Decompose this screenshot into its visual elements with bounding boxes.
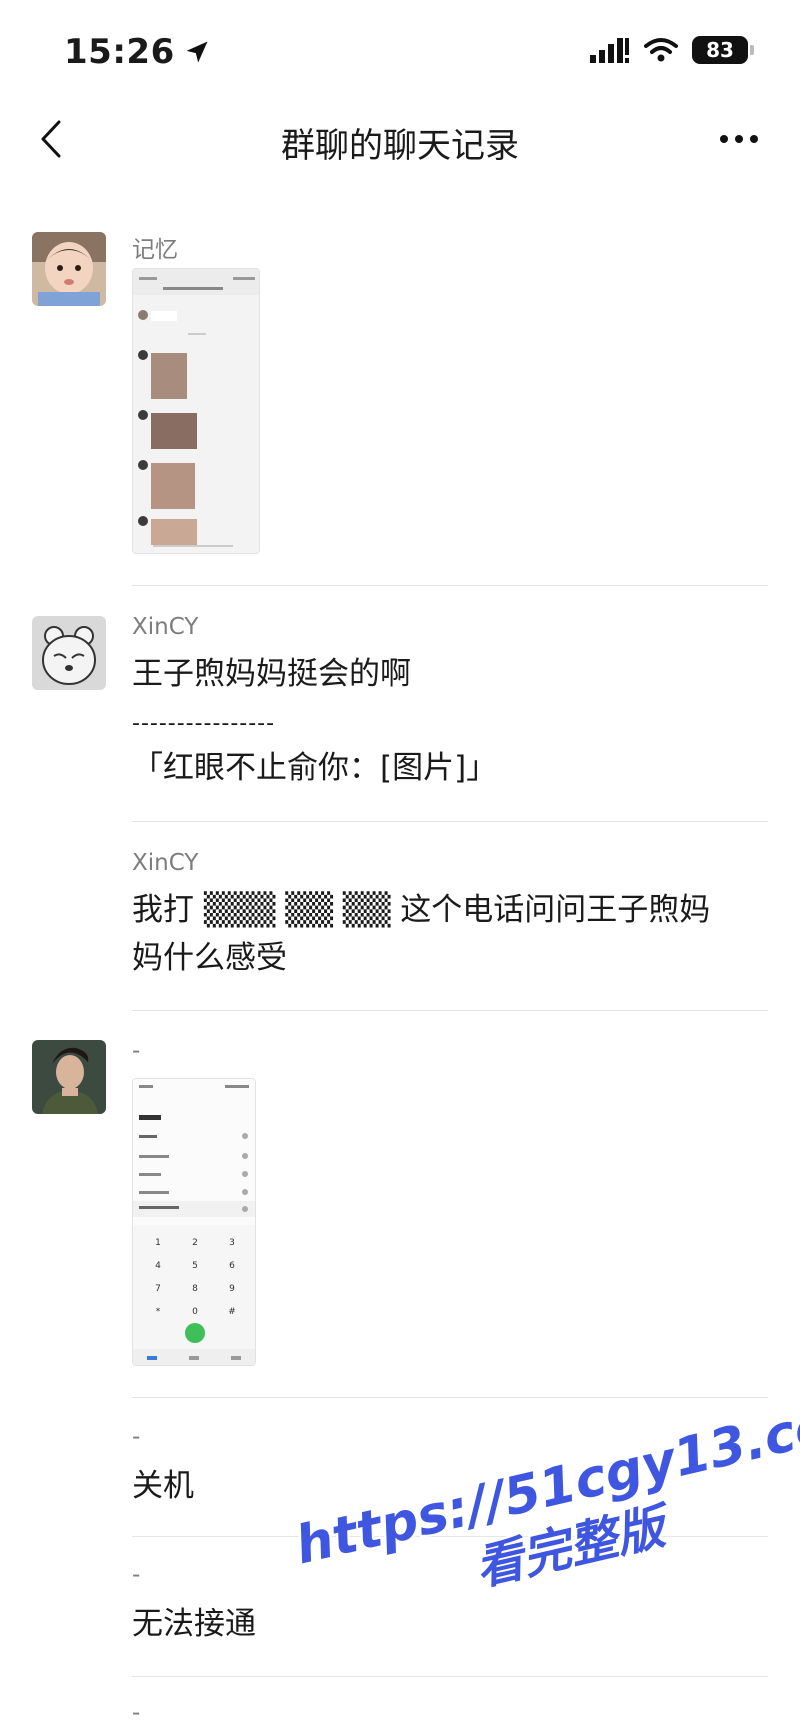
sender-name: - xyxy=(132,1562,141,1588)
sender-name: XinCY xyxy=(132,614,199,640)
page-title: 群聊的聊天记录 xyxy=(281,126,519,166)
sender-name: XinCY xyxy=(132,850,199,876)
message-text: 无法接通 xyxy=(132,1606,256,1642)
battery-indicator: 83 xyxy=(692,36,754,64)
keypad-key-1: 1 xyxy=(155,1238,161,1248)
battery-level: 83 xyxy=(706,38,734,62)
child-avatar-image xyxy=(32,232,106,306)
bear-avatar-image xyxy=(32,616,106,690)
keypad-key-7: 7 xyxy=(155,1284,161,1294)
keypad-key-8: 8 xyxy=(192,1284,198,1294)
chat-screenshot-image xyxy=(133,269,259,553)
quoted-message: 「红眼不止俞你：[图片]」 xyxy=(132,750,498,786)
watermark-caption: 看完整版 xyxy=(470,1498,670,1597)
status-icons: 83 xyxy=(590,36,754,64)
avatar-dash[interactable] xyxy=(32,1040,106,1114)
keypad-key-star: * xyxy=(156,1307,161,1317)
keypad-key-0: 0 xyxy=(192,1307,198,1317)
keypad-key-9: 9 xyxy=(229,1284,235,1294)
image-message-thumbnail[interactable]: 1 2 3 4 5 6 7 8 9 * 0 # xyxy=(132,1078,256,1366)
time-label: 15:26 xyxy=(64,32,175,72)
avatar-jiyi[interactable] xyxy=(32,232,106,306)
keypad-key-3: 3 xyxy=(229,1238,235,1248)
sender-name: - xyxy=(132,1424,141,1450)
keypad-key-hash: # xyxy=(228,1307,236,1317)
keypad-key-2: 2 xyxy=(192,1238,198,1248)
more-button[interactable] xyxy=(714,114,764,164)
divider xyxy=(132,1676,768,1677)
sender-name: - xyxy=(132,1700,141,1726)
man-avatar-image xyxy=(32,1040,106,1114)
divider xyxy=(132,1010,768,1011)
message-text-line: 我打 ▒▒▒ ▒▒ ▒▒ 这个电话问问王子煦妈 xyxy=(132,892,711,928)
divider xyxy=(132,1397,768,1398)
sender-name: 记忆 xyxy=(132,237,178,263)
status-time: 15:26 xyxy=(64,32,211,72)
sender-name: - xyxy=(132,1038,141,1064)
more-dots-icon xyxy=(720,135,758,143)
wifi-icon xyxy=(644,38,678,62)
divider xyxy=(132,821,768,822)
status-bar: 15:26 83 xyxy=(0,0,800,100)
chat-history-screen: 15:26 83 群聊的聊天记录 记忆 XinCY 王子煦妈妈挺会的啊 ----… xyxy=(0,0,800,1733)
phone-dialer-screenshot: 1 2 3 4 5 6 7 8 9 * 0 # xyxy=(133,1079,255,1365)
divider xyxy=(132,585,768,586)
image-message-thumbnail[interactable] xyxy=(132,268,260,554)
message-text-line: 妈什么感受 xyxy=(132,940,287,976)
watermark-overlay: https://51cgy13.com 看完整版 xyxy=(290,1382,800,1713)
nav-bar: 群聊的聊天记录 xyxy=(0,100,800,180)
keypad-key-4: 4 xyxy=(155,1261,161,1271)
watermark-url: https://51cgy13.com xyxy=(290,1382,800,1577)
message-text: 王子煦妈妈挺会的啊 xyxy=(132,656,411,692)
signal-icon xyxy=(590,38,629,63)
keypad-key-6: 6 xyxy=(229,1261,235,1271)
keypad-key-5: 5 xyxy=(192,1261,198,1271)
location-arrow-icon xyxy=(186,41,208,63)
divider xyxy=(132,1536,768,1537)
quote-separator: ---------------- xyxy=(132,711,276,736)
avatar-xincy[interactable] xyxy=(32,616,106,690)
message-text: 关机 xyxy=(132,1468,194,1504)
